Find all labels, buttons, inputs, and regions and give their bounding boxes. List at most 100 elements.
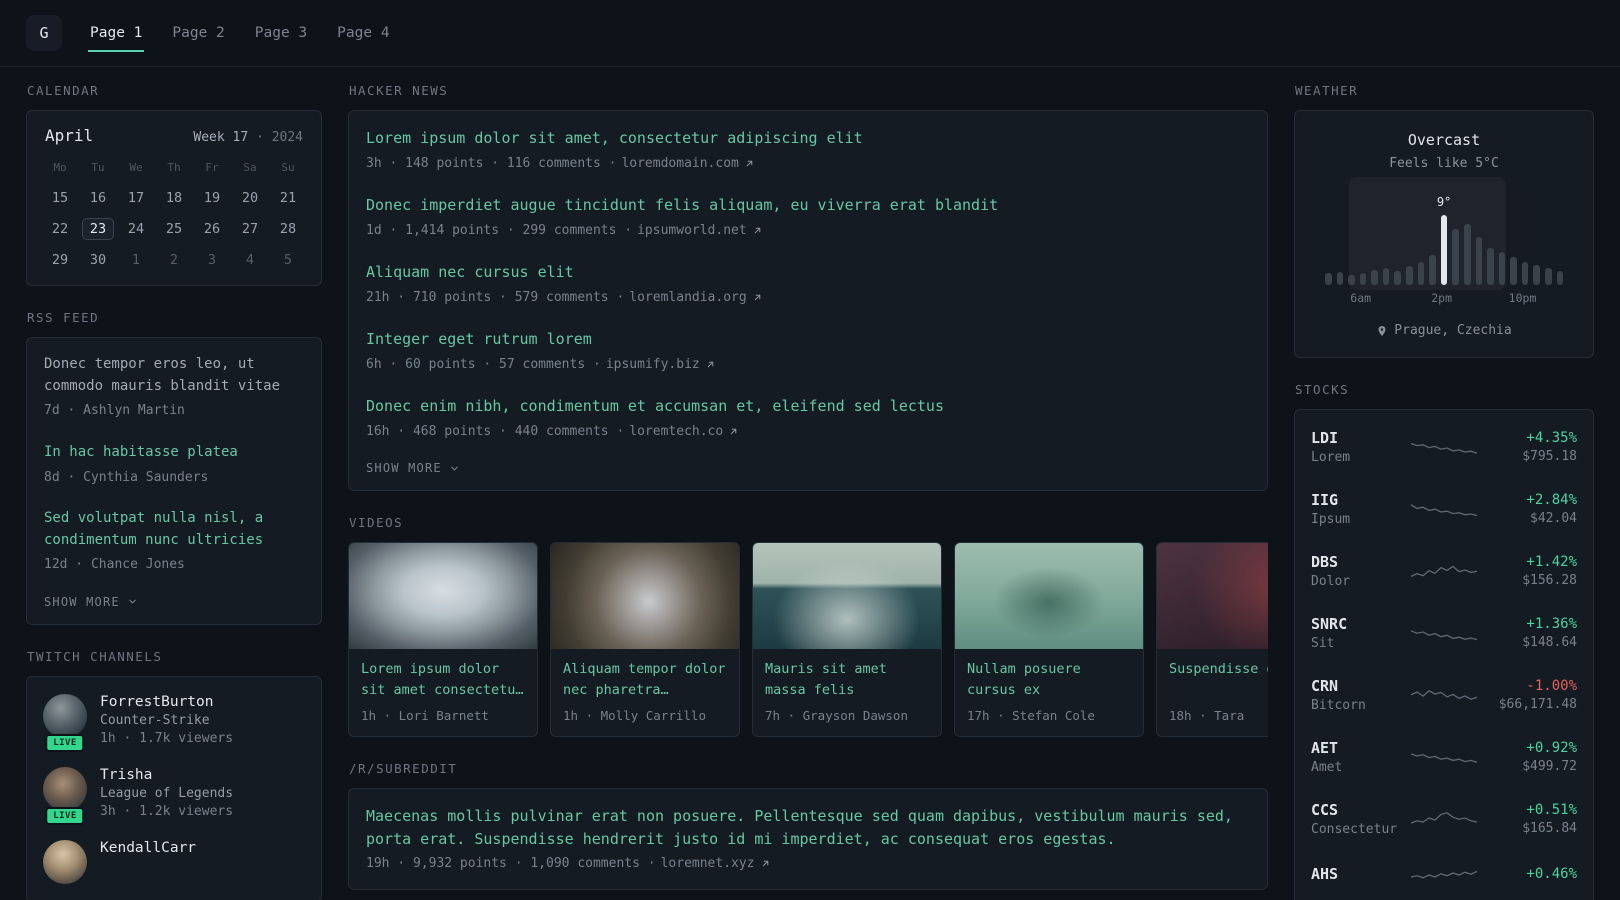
hacker-news-item-meta: 3h · 148 points · 116 comments · xyxy=(366,155,617,171)
subreddit-post: Maecenas mollis pulvinar erat non posuer… xyxy=(366,805,1250,874)
rss-item: Donec tempor eros leo, ut commodo mauris… xyxy=(44,354,304,421)
hacker-news-show-more-button[interactable]: SHOW MORE xyxy=(366,461,1250,475)
rss-item-title[interactable]: In hac habitasse platea xyxy=(44,442,304,464)
calendar-day[interactable]: 4 xyxy=(231,244,269,275)
video-card[interactable]: Lorem ipsum dolor sit amet consectetu… 1… xyxy=(348,542,538,737)
calendar-day[interactable]: 21 xyxy=(269,182,307,213)
calendar-day[interactable]: 26 xyxy=(193,213,231,244)
rss-show-more-button[interactable]: SHOW MORE xyxy=(44,595,304,609)
stock-ticker: SNRC xyxy=(1311,614,1348,633)
stock-row[interactable]: CCS Consectetur +0.51% $165.84 xyxy=(1311,788,1577,850)
weather-bar xyxy=(1533,264,1540,285)
hacker-news-item-title[interactable]: Aliquam nec cursus elit xyxy=(366,261,1250,284)
left-column: CALENDAR April Week 17 · 2024 Mo Tu We Th Fr… xyxy=(26,83,322,900)
external-link-icon xyxy=(728,426,739,437)
calendar-day[interactable]: 27 xyxy=(231,213,269,244)
hacker-news-item-source[interactable]: ipsumworld.net xyxy=(637,221,747,241)
stock-sparkline xyxy=(1410,811,1478,824)
subreddit-post-title[interactable]: Maecenas mollis pulvinar erat non posuer… xyxy=(366,805,1250,850)
weather-hour-label: 10pm xyxy=(1508,291,1537,305)
video-title[interactable]: Nullam posuere cursus ex xyxy=(955,649,1143,701)
hacker-news-item-source[interactable]: loremlandia.org xyxy=(629,288,746,308)
twitch-channel[interactable]: LIVE KendallCarr xyxy=(43,839,305,884)
hacker-news-widget-title: HACKER NEWS xyxy=(349,83,449,98)
stock-sparkline xyxy=(1410,629,1478,640)
video-card[interactable]: Nullam posuere cursus ex 17h · Stefan Co… xyxy=(954,542,1144,737)
page-tab[interactable]: Page 4 xyxy=(335,19,391,52)
stock-row[interactable]: LDI Lorem +4.35% $795.18 xyxy=(1311,416,1577,478)
calendar-day[interactable]: 25 xyxy=(155,213,193,244)
stock-change: +0.51% xyxy=(1526,801,1577,818)
chevron-down-icon xyxy=(449,463,460,474)
hacker-news-item-source[interactable]: loremdomain.com xyxy=(621,154,738,174)
calendar-day[interactable]: 16 xyxy=(79,182,117,213)
twitch-channel-meta: 1h · 1.7k viewers xyxy=(100,730,234,746)
video-thumbnail[interactable] xyxy=(955,543,1143,649)
video-thumbnail[interactable] xyxy=(1157,543,1268,649)
calendar-day[interactable]: 18 xyxy=(155,182,193,213)
video-thumbnail[interactable] xyxy=(349,543,537,649)
stock-row[interactable]: DBS Dolor +1.42% $156.28 xyxy=(1311,540,1577,602)
video-title[interactable]: Mauris sit amet massa felis xyxy=(753,649,941,701)
calendar-day[interactable]: 28 xyxy=(269,213,307,244)
stock-row[interactable]: IIG Ipsum +2.84% $42.04 xyxy=(1311,478,1577,540)
calendar-day[interactable]: 22 xyxy=(41,213,79,244)
calendar-day[interactable]: 15 xyxy=(41,182,79,213)
hacker-news-item-source[interactable]: ipsumify.biz xyxy=(606,355,700,375)
video-card[interactable]: Suspendisse diam 18h · Tara xyxy=(1156,542,1268,737)
stock-price: $165.84 xyxy=(1522,820,1577,836)
calendar-day[interactable]: 5 xyxy=(269,244,307,275)
page-tab[interactable]: Page 3 xyxy=(253,19,309,52)
calendar-day[interactable]: 1 xyxy=(117,244,155,275)
video-thumbnail[interactable] xyxy=(551,543,739,649)
stock-row[interactable]: AET Amet +0.92% $499.72 xyxy=(1311,726,1577,788)
video-title[interactable]: Aliquam tempor dolor nec pharetra… xyxy=(551,649,739,701)
twitch-channel[interactable]: LIVE Trisha League of Legends 3h · 1.2k … xyxy=(43,766,305,825)
video-card[interactable]: Mauris sit amet massa felis 7h · Grayson… xyxy=(752,542,942,737)
stock-sparkline xyxy=(1410,870,1478,878)
stocks-widget-title: STOCKS xyxy=(1295,381,1350,397)
live-badge: LIVE xyxy=(45,733,85,752)
video-title[interactable]: Lorem ipsum dolor sit amet consectetu… xyxy=(349,649,537,701)
subreddit-post-source[interactable]: loremnet.xyz xyxy=(661,854,755,874)
calendar-day[interactable]: 29 xyxy=(41,244,79,275)
video-title[interactable]: Suspendisse diam xyxy=(1157,649,1268,701)
calendar-day[interactable]: 20 xyxy=(231,182,269,213)
hacker-news-list: Lorem ipsum dolor sit amet, consectetur … xyxy=(366,127,1250,441)
rss-item-title[interactable]: Donec tempor eros leo, ut commodo mauris… xyxy=(44,354,304,397)
calendar-day[interactable]: 19 xyxy=(193,182,231,213)
weather-bar xyxy=(1544,267,1552,285)
stock-price: $156.28 xyxy=(1522,572,1577,588)
hacker-news-item-title[interactable]: Donec enim nibh, condimentum et accumsan… xyxy=(366,395,1250,418)
calendar-day[interactable]: 30 xyxy=(79,244,117,275)
external-link-icon xyxy=(752,225,763,236)
twitch-widget-title: TWITCH CHANNELS xyxy=(27,648,163,664)
weather-location-label: Prague, Czechia xyxy=(1394,323,1512,338)
weather-bar xyxy=(1556,270,1564,285)
video-thumbnail[interactable] xyxy=(753,543,941,649)
calendar-day[interactable]: 24 xyxy=(117,213,155,244)
hacker-news-item-title[interactable]: Lorem ipsum dolor sit amet, consectetur … xyxy=(366,127,1250,150)
calendar-day[interactable]: 3 xyxy=(193,244,231,275)
dashboard-content: CALENDAR April Week 17 · 2024 Mo Tu We Th Fr… xyxy=(0,67,1620,900)
stock-sparkline xyxy=(1410,689,1478,700)
stock-row[interactable]: AHS +0.46% xyxy=(1311,850,1577,900)
hacker-news-item-title[interactable]: Integer eget rutrum lorem xyxy=(366,328,1250,351)
hacker-news-item-source[interactable]: loremtech.co xyxy=(629,422,723,442)
twitch-channel[interactable]: LIVE ForrestBurton Counter-Strike 1h · 1… xyxy=(43,693,305,752)
weather-bar xyxy=(1382,267,1390,285)
hacker-news-item-title[interactable]: Donec imperdiet augue tincidunt felis al… xyxy=(366,194,1250,217)
calendar-day[interactable]: 17 xyxy=(117,182,155,213)
rss-item-title[interactable]: Sed volutpat nulla nisl, a condimentum n… xyxy=(44,508,304,551)
external-link-icon xyxy=(752,292,763,303)
page-tab[interactable]: Page 1 xyxy=(88,19,145,52)
weather-hour-label: 6am xyxy=(1350,291,1372,305)
stock-row[interactable]: CRN Bitcorn -1.00% $66,171.48 xyxy=(1311,664,1577,726)
stock-row[interactable]: SNRC Sit +1.36% $148.64 xyxy=(1311,602,1577,664)
rss-item: In hac habitasse platea 8d · Cynthia Sau… xyxy=(44,442,304,487)
page-tab[interactable]: Page 2 xyxy=(170,19,226,52)
calendar-day[interactable]: 2 xyxy=(155,244,193,275)
calendar-dow-label: Tu xyxy=(91,161,105,174)
calendar-day[interactable]: 23 xyxy=(79,213,117,244)
video-card[interactable]: Aliquam tempor dolor nec pharetra… 1h · … xyxy=(550,542,740,737)
